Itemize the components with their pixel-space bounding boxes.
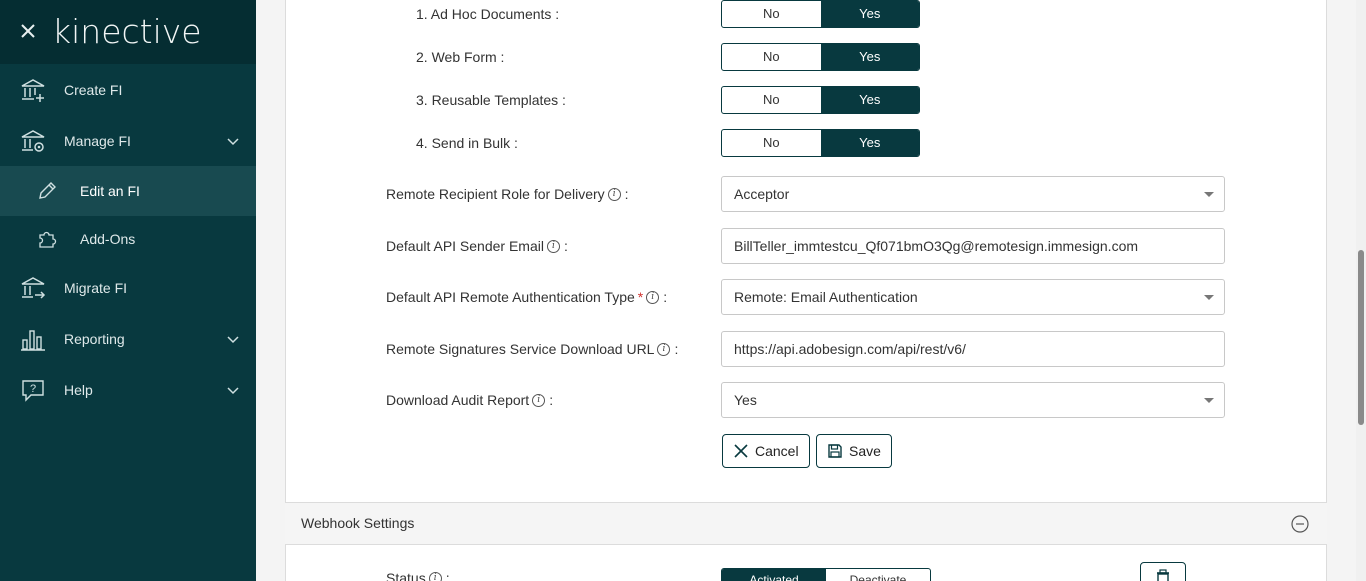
ad-hoc-documents-toggle[interactable]: No Yes <box>721 0 920 28</box>
sender-email-label: Default API Sender Email i: <box>386 238 568 254</box>
sidebar-item-label: Help <box>64 382 93 398</box>
recipient-role-label: Remote Recipient Role for Delivery i: <box>386 186 629 202</box>
bar-chart-icon <box>21 330 45 351</box>
feature-label-web-form: 2. Web Form : <box>416 49 505 65</box>
puzzle-icon <box>39 231 57 248</box>
label-colon: : <box>624 186 629 202</box>
feature-label-ad-hoc: 1. Ad Hoc Documents : <box>416 6 560 22</box>
required-marker: * <box>637 289 644 305</box>
sidebar-item-label: Migrate FI <box>64 280 128 296</box>
trash-icon <box>1157 569 1169 581</box>
info-icon[interactable]: i <box>532 393 546 407</box>
toggle-yes-option[interactable]: Yes <box>820 1 919 27</box>
pencil-icon <box>39 182 56 199</box>
cancel-button[interactable]: Cancel <box>722 434 810 468</box>
toggle-activated-option[interactable]: Activated <box>722 569 826 581</box>
toggle-yes-option[interactable]: Yes <box>820 44 919 70</box>
auth-type-label: Default API Remote Authentication Type *… <box>386 289 667 305</box>
sidebar: kinective Create FI Manage FI Edit an FI… <box>0 0 256 581</box>
toggle-no-option[interactable]: No <box>722 44 821 70</box>
sidebar-item-create-fi[interactable]: Create FI <box>0 65 256 115</box>
field-label-text: Download Audit Report <box>386 392 530 408</box>
toggle-no-option[interactable]: No <box>722 87 821 113</box>
input-value: BillTeller_immtestcu_Qf071bmO3Qg@remotes… <box>734 238 1139 254</box>
audit-report-select[interactable]: Yes <box>721 382 1225 418</box>
sender-email-field[interactable]: BillTeller_immtestcu_Qf071bmO3Qg@remotes… <box>721 228 1225 264</box>
label-colon: : <box>445 570 450 581</box>
field-label-text: Default API Remote Authentication Type <box>386 289 635 305</box>
sidebar-item-manage-fi[interactable]: Manage FI <box>0 116 256 166</box>
recipient-role-select[interactable]: Acceptor <box>721 176 1225 212</box>
field-label-text: Remote Signatures Service Download URL <box>386 341 655 357</box>
save-button[interactable]: Save <box>816 434 892 468</box>
input-value: https://api.adobesign.com/api/rest/v6/ <box>734 341 966 357</box>
sidebar-item-label: Add-Ons <box>80 231 136 247</box>
webhook-status-toggle[interactable]: Activated Deactivate <box>721 568 931 581</box>
label-colon: : <box>563 238 568 254</box>
select-value: Acceptor <box>734 186 790 202</box>
toggle-no-option[interactable]: No <box>722 1 821 27</box>
auth-type-select[interactable]: Remote: Email Authentication <box>721 279 1225 315</box>
download-url-label: Remote Signatures Service Download URL i… <box>386 341 678 357</box>
label-colon: : <box>549 392 554 408</box>
info-icon[interactable]: i <box>646 290 660 304</box>
bank-gear-icon <box>21 130 45 152</box>
close-icon[interactable] <box>18 20 38 42</box>
feature-label-reusable-templates: 3. Reusable Templates : <box>416 92 566 108</box>
sidebar-item-add-ons[interactable]: Add-Ons <box>0 214 256 264</box>
cancel-label: Cancel <box>755 443 799 459</box>
feature-label-send-in-bulk: 4. Send in Bulk : <box>416 135 518 151</box>
webhook-status-label: Status i: <box>386 570 450 581</box>
field-label-text: Default API Sender Email <box>386 238 544 254</box>
save-label: Save <box>849 443 881 459</box>
sidebar-item-reporting[interactable]: Reporting <box>0 314 256 364</box>
webhook-settings-header[interactable]: Webhook Settings <box>285 502 1327 545</box>
toggle-no-option[interactable]: No <box>722 130 821 156</box>
label-colon: : <box>663 289 668 305</box>
download-url-field[interactable]: https://api.adobesign.com/api/rest/v6/ <box>721 331 1225 367</box>
sidebar-item-help[interactable]: ? Help <box>0 365 256 415</box>
delete-webhook-button[interactable] <box>1140 562 1186 581</box>
bank-plus-icon <box>21 79 45 102</box>
collapse-circle-minus-icon[interactable] <box>1291 515 1309 533</box>
save-icon <box>828 444 842 458</box>
close-icon <box>734 444 748 458</box>
logo: kinective <box>52 12 202 51</box>
send-in-bulk-toggle[interactable]: No Yes <box>721 129 920 157</box>
section-title: Webhook Settings <box>301 515 415 531</box>
caret-down-icon <box>1204 295 1214 300</box>
info-icon[interactable]: i <box>607 187 621 201</box>
bank-arrow-icon <box>21 277 46 299</box>
web-form-toggle[interactable]: No Yes <box>721 43 920 71</box>
sidebar-item-label: Manage FI <box>64 133 131 149</box>
sidebar-item-label: Edit an FI <box>80 183 140 199</box>
select-value: Yes <box>734 392 757 408</box>
info-icon[interactable]: i <box>546 239 560 253</box>
sidebar-item-migrate-fi[interactable]: Migrate FI <box>0 263 256 313</box>
field-label-text: Status <box>386 570 426 581</box>
caret-down-icon <box>1204 192 1214 197</box>
info-icon[interactable]: i <box>657 342 671 356</box>
toggle-deactivate-option[interactable]: Deactivate <box>826 569 930 581</box>
chevron-down-icon <box>227 387 239 395</box>
sidebar-item-edit-an-fi[interactable]: Edit an FI <box>0 166 256 216</box>
reusable-templates-toggle[interactable]: No Yes <box>721 86 920 114</box>
svg-text:?: ? <box>30 383 36 395</box>
audit-report-label: Download Audit Report i: <box>386 392 553 408</box>
caret-down-icon <box>1204 398 1214 403</box>
toggle-yes-option[interactable]: Yes <box>820 87 919 113</box>
help-bubble-icon: ? <box>22 380 44 402</box>
sidebar-item-label: Reporting <box>64 331 125 347</box>
chevron-down-icon <box>227 336 239 344</box>
info-icon[interactable]: i <box>428 571 442 581</box>
select-value: Remote: Email Authentication <box>734 289 918 305</box>
label-colon: : <box>674 341 679 357</box>
scrollbar-thumb[interactable] <box>1358 250 1364 425</box>
chevron-down-icon <box>227 138 239 146</box>
sidebar-item-label: Create FI <box>64 82 123 98</box>
toggle-yes-option[interactable]: Yes <box>820 130 919 156</box>
field-label-text: Remote Recipient Role for Delivery <box>386 186 605 202</box>
brand-bar: kinective <box>0 0 256 64</box>
page-scrollbar[interactable] <box>1356 0 1366 581</box>
